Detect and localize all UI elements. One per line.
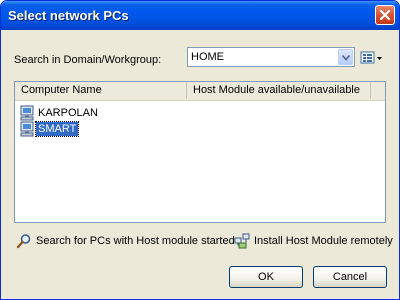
- computer-icon: [20, 121, 34, 137]
- network-install-icon: [234, 233, 250, 249]
- domain-combobox-value: HOME: [191, 51, 224, 63]
- ok-button[interactable]: OK: [229, 266, 303, 288]
- search-domain-label: Search in Domain/Workgroup:: [14, 54, 162, 66]
- computer-icon: [20, 105, 34, 121]
- domain-combobox[interactable]: HOME: [187, 47, 355, 67]
- install-host-module-label: Install Host Module remotely: [254, 235, 393, 247]
- list-header: Computer Name Host Module available/unav…: [15, 82, 385, 101]
- chevron-down-icon: [342, 55, 350, 61]
- column-header-computer-name[interactable]: Computer Name: [15, 82, 187, 99]
- view-options-button[interactable]: [360, 49, 384, 67]
- list-view-icon: [360, 51, 382, 64]
- computer-name: SMART: [34, 121, 80, 137]
- search-pcs-label: Search for PCs with Host module started: [36, 235, 235, 247]
- magnifier-icon: [16, 234, 31, 249]
- column-header-host-module[interactable]: Host Module available/unavailable: [187, 82, 371, 99]
- cancel-button[interactable]: Cancel: [313, 266, 387, 288]
- title-bar[interactable]: Select network PCs: [1, 1, 399, 30]
- window-title: Select network PCs: [8, 8, 129, 23]
- domain-combobox-dropdown[interactable]: [338, 49, 353, 65]
- close-button[interactable]: [375, 5, 395, 25]
- computer-name: KARPOLAN: [38, 107, 98, 119]
- close-icon: [379, 9, 391, 21]
- dialog-window: Select network PCs Search in Domain/Work…: [0, 0, 400, 300]
- computer-list[interactable]: Computer Name Host Module available/unav…: [14, 81, 386, 223]
